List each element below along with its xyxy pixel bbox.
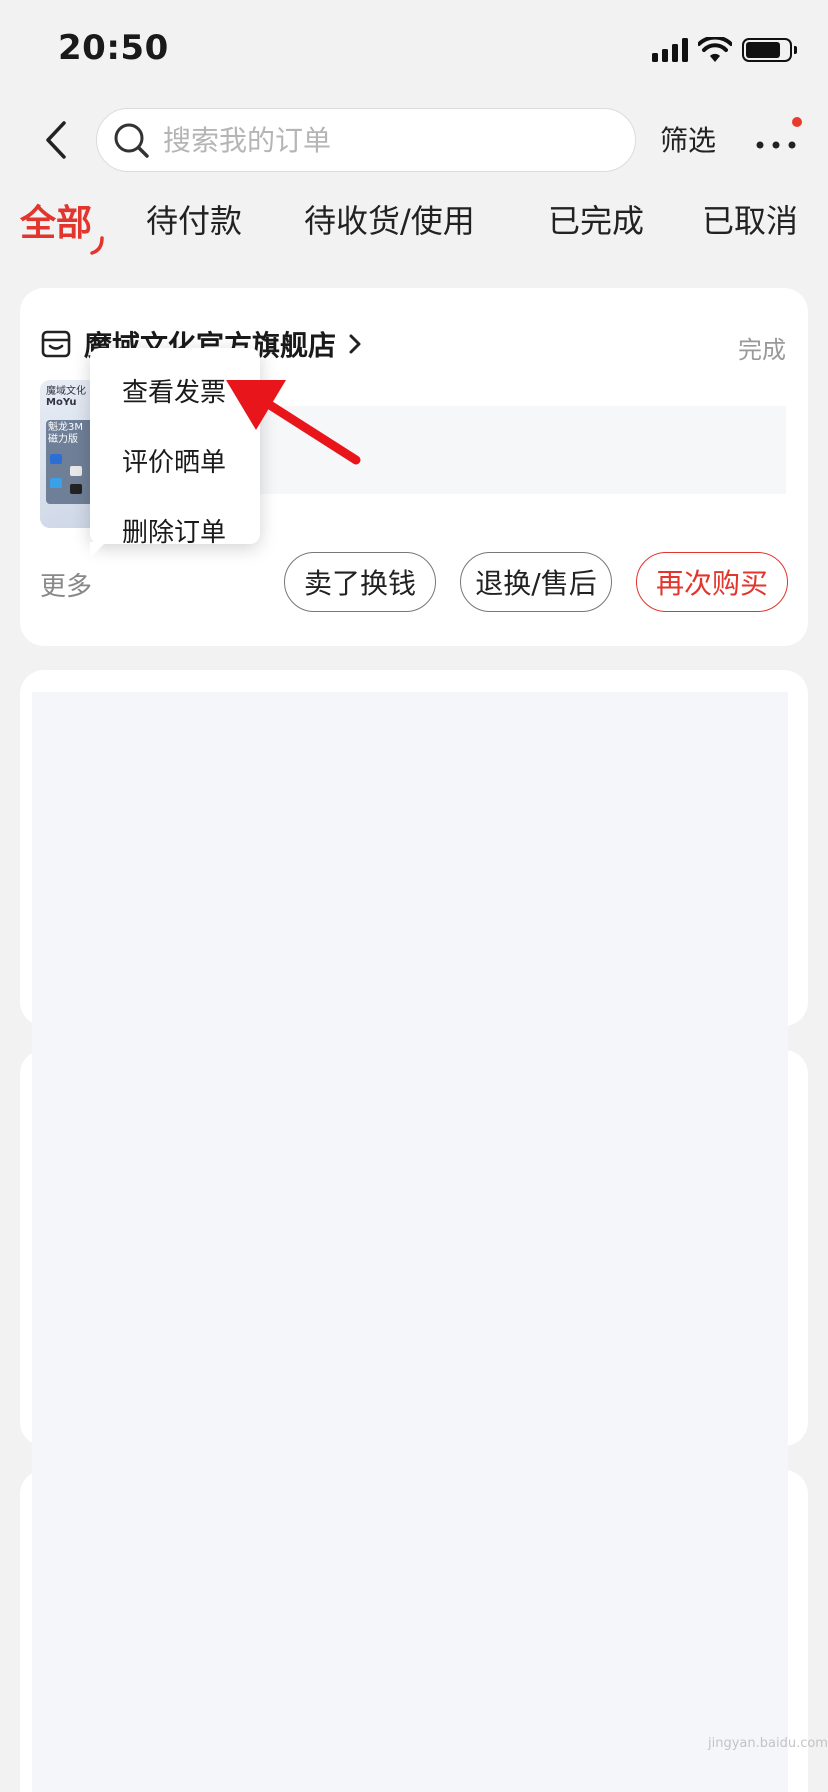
cellular-signal-icon xyxy=(652,38,688,62)
tab-pending-payment[interactable]: 待付款 xyxy=(146,196,242,242)
product-cube-graphic xyxy=(70,484,82,494)
filter-button[interactable]: 筛选 xyxy=(660,119,716,159)
tab-cancelled[interactable]: 已取消 xyxy=(702,196,798,242)
baidu-watermark-url: jingyan.baidu.com xyxy=(708,1736,828,1751)
skeleton-block xyxy=(32,692,788,1792)
active-tab-indicator xyxy=(90,236,104,255)
more-options-icon[interactable] xyxy=(752,123,800,157)
tab-all[interactable]: 全部 xyxy=(20,194,92,246)
search-input[interactable] xyxy=(163,123,603,157)
top-navigation: 筛选 xyxy=(0,105,828,175)
search-icon xyxy=(114,123,149,158)
product-brand-text: 魔域文化 MoYu xyxy=(46,386,86,408)
more-popup-menu: 查看发票 评价晒单 删除订单 xyxy=(90,348,260,558)
buy-again-button[interactable]: 再次购买 xyxy=(636,552,788,612)
menu-item-view-invoice[interactable]: 查看发票 xyxy=(122,372,226,409)
status-bar: 20:50 xyxy=(0,0,828,100)
menu-item-review[interactable]: 评价晒单 xyxy=(122,442,226,479)
back-arrow-icon[interactable] xyxy=(36,115,76,165)
wifi-icon xyxy=(698,37,732,62)
popup-tail xyxy=(90,542,106,558)
search-bar[interactable] xyxy=(96,108,636,172)
status-time: 20:50 xyxy=(58,28,169,68)
product-cube-graphic xyxy=(50,454,62,464)
sell-button[interactable]: 卖了换钱 xyxy=(284,552,436,612)
more-link[interactable]: 更多 xyxy=(40,566,92,603)
order-status: 完成 xyxy=(738,336,786,364)
order-tabs: 全部 待付款 待收货/使用 已完成 已取消 xyxy=(0,196,828,256)
product-info[interactable]: : : xyxy=(210,406,786,494)
product-cube-graphic xyxy=(70,466,82,476)
menu-item-delete-order[interactable]: 删除订单 xyxy=(122,512,226,549)
tab-pending-receipt[interactable]: 待收货/使用 xyxy=(304,196,475,242)
battery-icon xyxy=(742,38,797,62)
product-cube-graphic xyxy=(50,478,62,488)
shop-icon xyxy=(41,330,71,358)
chevron-right-icon xyxy=(349,334,361,354)
tab-completed[interactable]: 已完成 xyxy=(548,196,644,242)
status-icons xyxy=(652,36,797,64)
product-label: 魁龙3M 磁力版 xyxy=(48,422,83,445)
notification-dot xyxy=(792,117,802,127)
return-after-sales-button[interactable]: 退换/售后 xyxy=(460,552,612,612)
